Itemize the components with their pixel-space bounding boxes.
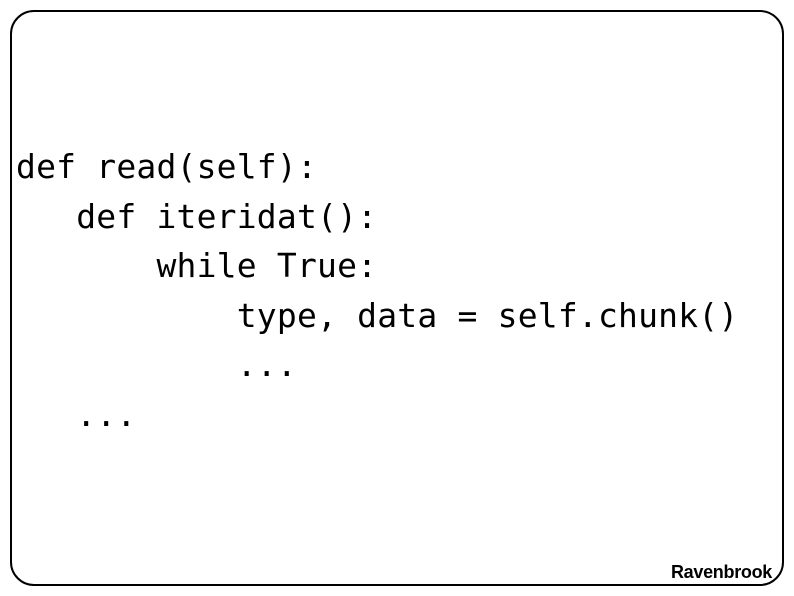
slide-frame: def read(self): def iteridat(): while Tr… xyxy=(10,10,784,586)
code-block: def read(self): def iteridat(): while Tr… xyxy=(16,142,738,439)
code-line-5: ... xyxy=(16,345,297,384)
code-line-4: type, data = self.chunk() xyxy=(16,296,738,335)
code-line-3: while True: xyxy=(16,246,377,285)
footer-brand: Ravenbrook xyxy=(671,562,772,583)
code-line-6: ... xyxy=(16,395,136,434)
code-line-2: def iteridat(): xyxy=(16,197,377,236)
code-line-1: def read(self): xyxy=(16,147,317,186)
